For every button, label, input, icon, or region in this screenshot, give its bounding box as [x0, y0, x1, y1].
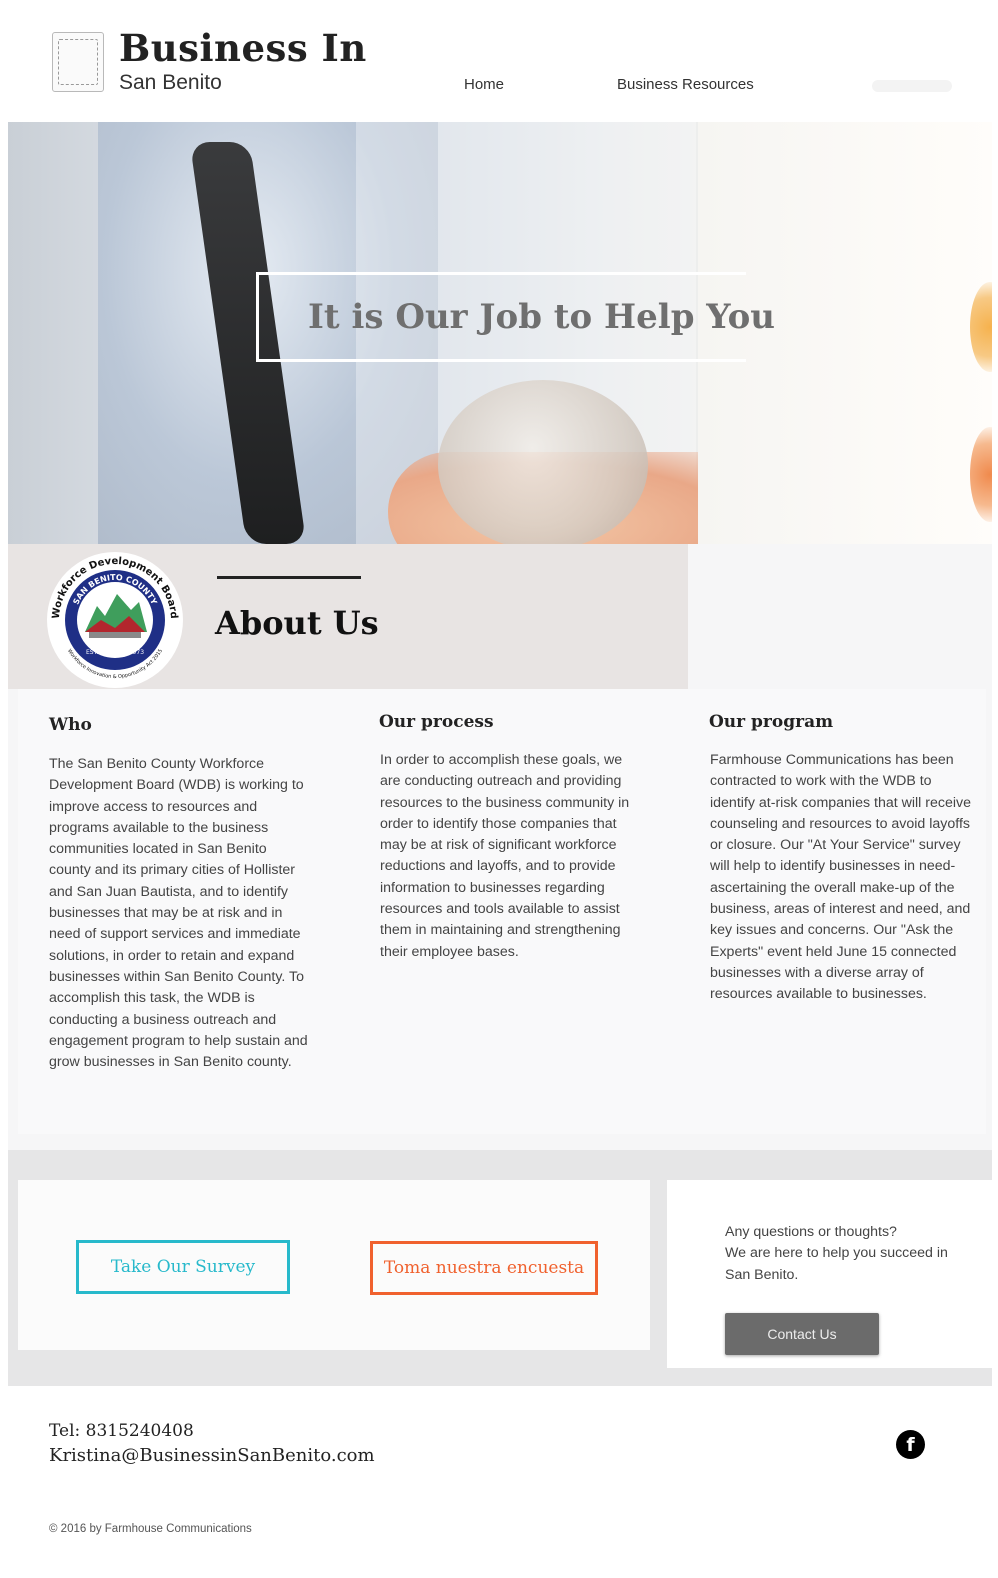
site-logo-icon[interactable] [52, 32, 104, 92]
contact-prompt: Any questions or thoughts? We are here t… [725, 1222, 975, 1286]
contact-us-button[interactable]: Contact Us [725, 1313, 879, 1355]
footer-email-link[interactable]: Kristina@BusinessinSanBenito.com [49, 1445, 375, 1466]
seal-established-text: ESTABLISHED 1973 [86, 649, 144, 656]
site-subtitle: San Benito [119, 71, 222, 94]
hero-globe-shape [438, 380, 648, 544]
about-section: Workforce Development Board SAN BENITO C… [8, 544, 992, 1150]
contact-prompt-line2: We are here to help you succeed in San B… [725, 1245, 948, 1283]
toma-encuesta-button[interactable]: Toma nuestra encuesta [370, 1241, 598, 1295]
column-text-program: Farmhouse Communications has been contra… [710, 752, 971, 1003]
contact-prompt-line1: Any questions or thoughts? [725, 1224, 897, 1240]
hero-heading: It is Our Job to Help You [308, 297, 776, 337]
wdb-seal-logo: Workforce Development Board SAN BENITO C… [47, 552, 183, 688]
column-text-who: The San Benito County Workforce Developm… [49, 756, 308, 1071]
column-heading-program: Our program [709, 712, 834, 732]
facebook-icon[interactable]: f [896, 1430, 925, 1459]
footer-copyright: © 2016 by Farmhouse Communications [49, 1523, 252, 1535]
hero-banner: It is Our Job to Help You [8, 122, 992, 544]
column-heading-process: Our process [379, 712, 494, 732]
footer-phone: Tel: 8315240408 [49, 1421, 194, 1441]
about-title: About Us [215, 604, 379, 642]
about-title-rule [217, 576, 361, 579]
nav-business-resources[interactable]: Business Resources [617, 76, 754, 93]
column-text-process: In order to accomplish these goals, we a… [380, 752, 630, 960]
site-title[interactable]: Business In [119, 26, 367, 70]
site-footer [0, 1386, 998, 1578]
column-heading-who: Who [49, 715, 92, 735]
nav-home[interactable]: Home [464, 76, 504, 93]
take-survey-button[interactable]: Take Our Survey [76, 1240, 290, 1294]
nav-faded-item[interactable] [872, 80, 952, 92]
